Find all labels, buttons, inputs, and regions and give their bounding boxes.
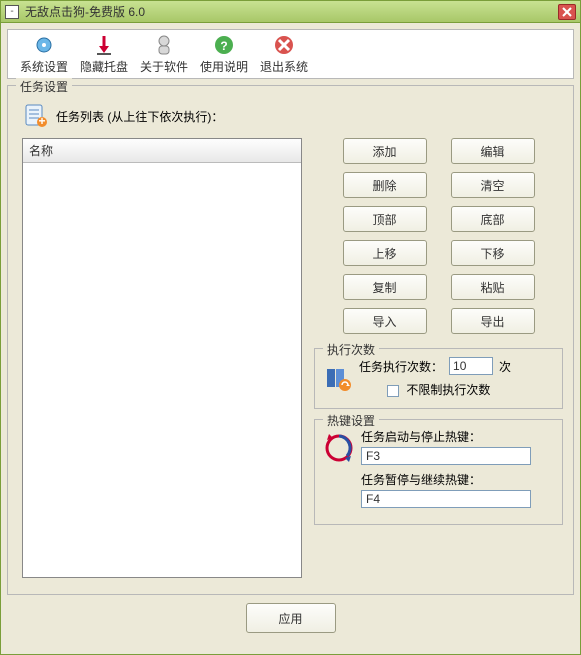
hotkey-settings-group: 热键设置 任务启动与停止热键： 任务暂停与继续热键： bbox=[314, 419, 563, 525]
edit-button[interactable]: 编辑 bbox=[451, 138, 535, 164]
unlimited-label: 不限制执行次数 bbox=[406, 383, 490, 397]
hotkey-icon bbox=[323, 432, 355, 464]
svg-text:?: ? bbox=[220, 39, 227, 53]
toolbar-exit[interactable]: 退出系统 bbox=[260, 34, 308, 75]
hotkey-legend: 热键设置 bbox=[323, 412, 379, 429]
toolbar-hide-tray[interactable]: 隐藏托盘 bbox=[80, 34, 128, 75]
task-list[interactable]: 名称 bbox=[22, 138, 302, 578]
toolbar-help[interactable]: ? 使用说明 bbox=[200, 34, 248, 75]
bottom-button[interactable]: 底部 bbox=[451, 206, 535, 232]
start-stop-hotkey-input[interactable] bbox=[361, 447, 531, 465]
execution-icon bbox=[323, 363, 353, 393]
task-settings-group: 任务设置 + 任务列表 (从上往下依次执行)： 名称 添加 编辑 删除 清空 顶… bbox=[7, 85, 574, 595]
task-list-title: 任务列表 (从上往下依次执行)： bbox=[56, 108, 223, 125]
copy-button[interactable]: 复制 bbox=[343, 274, 427, 300]
unlimited-checkbox[interactable] bbox=[387, 385, 399, 397]
import-button[interactable]: 导入 bbox=[343, 308, 427, 334]
titlebar: - 无敌点击狗-免费版 6.0 bbox=[1, 1, 580, 23]
exec-count-suffix: 次 bbox=[499, 358, 511, 375]
pause-resume-hotkey-label: 任务暂停与继续热键： bbox=[361, 471, 554, 488]
move-down-button[interactable]: 下移 bbox=[451, 240, 535, 266]
toolbar-label: 系统设置 bbox=[20, 58, 68, 75]
toolbar-label: 使用说明 bbox=[200, 58, 248, 75]
pause-resume-hotkey-input[interactable] bbox=[361, 490, 531, 508]
toolbar-about[interactable]: 关于软件 bbox=[140, 34, 188, 75]
app-window: - 无敌点击狗-免费版 6.0 系统设置 隐藏托盘 关于软件 ? bbox=[0, 0, 581, 655]
move-up-button[interactable]: 上移 bbox=[343, 240, 427, 266]
paste-button[interactable]: 粘贴 bbox=[451, 274, 535, 300]
execution-count-group: 执行次数 任务执行次数： 次 bbox=[314, 348, 563, 409]
window-title: 无敌点击狗-免费版 6.0 bbox=[25, 3, 558, 20]
exec-legend: 执行次数 bbox=[323, 341, 379, 358]
close-button[interactable] bbox=[558, 4, 576, 20]
system-menu-icon[interactable]: - bbox=[5, 5, 19, 19]
delete-button[interactable]: 删除 bbox=[343, 172, 427, 198]
exec-count-input[interactable] bbox=[449, 357, 493, 375]
exit-icon bbox=[273, 34, 295, 56]
about-icon bbox=[153, 34, 175, 56]
svg-text:+: + bbox=[38, 114, 45, 128]
toolbar-label: 关于软件 bbox=[140, 58, 188, 75]
start-stop-hotkey-label: 任务启动与停止热键： bbox=[361, 428, 554, 445]
toolbar-system-settings[interactable]: 系统设置 bbox=[20, 34, 68, 75]
apply-button[interactable]: 应用 bbox=[246, 603, 336, 633]
clear-button[interactable]: 清空 bbox=[451, 172, 535, 198]
export-button[interactable]: 导出 bbox=[451, 308, 535, 334]
task-group-legend: 任务设置 bbox=[16, 78, 72, 95]
toolbar: 系统设置 隐藏托盘 关于软件 ? 使用说明 退出系统 bbox=[7, 29, 574, 79]
help-icon: ? bbox=[213, 34, 235, 56]
toolbar-label: 隐藏托盘 bbox=[80, 58, 128, 75]
download-arrow-icon bbox=[93, 34, 115, 56]
gear-icon bbox=[33, 34, 55, 56]
add-button[interactable]: 添加 bbox=[343, 138, 427, 164]
task-list-header: + 任务列表 (从上往下依次执行)： bbox=[22, 102, 563, 130]
exec-count-label: 任务执行次数： bbox=[359, 358, 443, 375]
toolbar-label: 退出系统 bbox=[260, 58, 308, 75]
top-button[interactable]: 顶部 bbox=[343, 206, 427, 232]
column-header-name[interactable]: 名称 bbox=[23, 139, 301, 163]
close-icon bbox=[562, 7, 572, 17]
task-list-icon: + bbox=[22, 102, 50, 130]
